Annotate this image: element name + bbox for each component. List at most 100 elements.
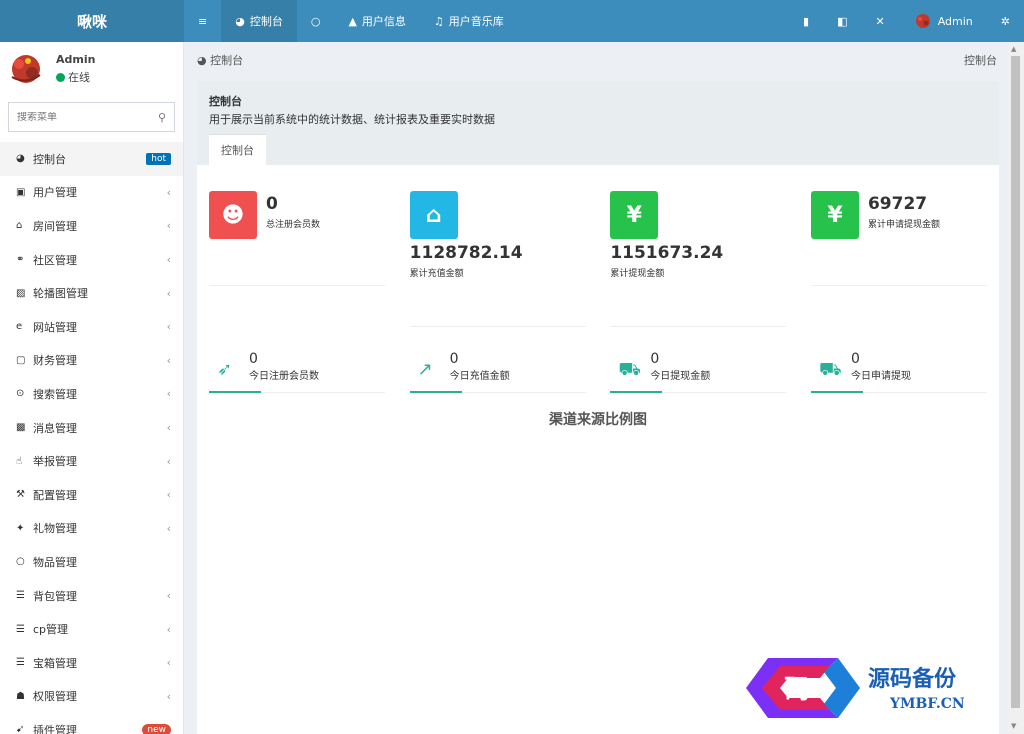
user-name: Admin (56, 53, 96, 66)
sidebar-item-label: 控制台 (33, 152, 66, 166)
today-value: 0 (850, 351, 860, 367)
sidebar-item-badge: new (142, 723, 171, 734)
sidebar-menu: ◕ 控制台 hot ▣ 用户管理 ‹ ⌂ 房间管理 ‹ ⚭ 社区管理 ‹ ▨ 轮播图管理 ‹ e 网站管理 ‹ ▢ 财… (0, 142, 183, 734)
menu-item-icon: ⚭ (16, 254, 25, 266)
sidebar-item[interactable]: ▢ 财务管理 ‹ (0, 344, 183, 378)
chevron-left-icon: ‹ (166, 421, 171, 435)
menu-item-icon: ⊙ (16, 388, 25, 400)
menu-item-icon: ☰ (16, 590, 25, 602)
sidebar-item[interactable]: ⚭ 社区管理 ‹ (0, 243, 183, 277)
sidebar-item[interactable]: ☗ 权限管理 ‹ (0, 680, 183, 714)
chevron-left-icon: ‹ (166, 185, 171, 199)
chevron-left-icon: ‹ (166, 286, 171, 300)
top-nav-right: ▮ ◧ ✕ Admin ✲ (789, 0, 1024, 42)
circle-icon: ○ (310, 14, 321, 28)
sidebar-item[interactable]: ➹ 插件管理 new (0, 713, 183, 734)
top-navbar: 啾咪 ≡ ◕ 控制台 ○ ▲ 用户信息 ♫ 用户音乐库 ▮ ◧ ✕ Admin ✲ (0, 0, 1024, 42)
main-content: ◕ 控制台 控制台 控制台 用于展示当前系统中的统计数据、统计报表及重要实时数据… (185, 42, 1007, 734)
menu-icon: ≡ (198, 14, 208, 28)
menu-item-icon: e (16, 321, 23, 333)
tab-user-info[interactable]: ▲ 用户信息 (334, 0, 419, 42)
scrollbar-thumb[interactable] (1011, 56, 1020, 708)
settings-button[interactable]: ✲ (987, 0, 1024, 42)
dashboard-icon: ◕ (235, 14, 245, 28)
translate-icon: ◧ (837, 14, 848, 28)
sidebar-item[interactable]: ☰ cp管理 ‹ (0, 612, 183, 646)
chevron-left-icon: ‹ (166, 521, 171, 535)
today-value: 0 (650, 351, 660, 367)
music-icon: ♫ (433, 14, 444, 28)
sidebar-item[interactable]: ⊙ 搜索管理 ‹ (0, 377, 183, 411)
rocket-icon: ➶ (217, 359, 233, 380)
sidebar-item[interactable]: ☰ 背包管理 ‹ (0, 579, 183, 613)
search-icon[interactable]: ⚲ (158, 111, 166, 124)
sidebar-item[interactable]: ▨ 轮播图管理 ‹ (0, 276, 183, 310)
chevron-left-icon: ‹ (166, 253, 171, 267)
members-icon: ☻ (209, 191, 257, 239)
breadcrumb-current[interactable]: ◕ 控制台 (197, 52, 243, 68)
sidebar-item-label: 举报管理 (33, 455, 77, 469)
chevron-left-icon: ‹ (166, 622, 171, 636)
sidebar: Admin 在线 ⚲ ◕ 控制台 hot ▣ 用户管理 ‹ ⌂ 房间管理 ‹ ⚭ 社区管理 ‹ ▨ 轮播图… (0, 42, 184, 734)
sidebar-item[interactable]: ○ 物品管理 (0, 545, 183, 579)
today-label: 今日提现金额 (650, 371, 711, 382)
today-stats-row: ➶ 0 今日注册会员数 ↗ 0 今日充值金额 ⛟ 0 今日提现金额 ⛟ 0 今日申请提现 (209, 351, 987, 393)
avatar (6, 49, 46, 89)
chevron-left-icon: ‹ (166, 454, 171, 468)
today-value: 0 (249, 351, 258, 367)
sidebar-item[interactable]: ⚒ 配置管理 ‹ (0, 478, 183, 512)
shopping-bag-icon: ⌂ (409, 191, 458, 239)
scroll-up-icon[interactable]: ▲ (1011, 45, 1016, 53)
fullscreen-button[interactable]: ✕ (862, 0, 899, 42)
sidebar-item-label: 物品管理 (33, 555, 77, 569)
user-icon: ▲ (348, 14, 357, 28)
cart-icon: ⛟ (618, 359, 641, 380)
sidebar-item[interactable]: ☝ 举报管理 ‹ (0, 444, 183, 478)
menu-item-icon: ☰ (16, 623, 25, 635)
sidebar-item[interactable]: ◕ 控制台 hot (0, 142, 183, 176)
language-button[interactable]: ◧ (823, 0, 861, 42)
sidebar-toggle-button[interactable]: ≡ (184, 0, 221, 42)
menu-search-input[interactable] (17, 111, 158, 123)
menu-item-icon: ✦ (16, 522, 25, 534)
sidebar-item[interactable]: ▣ 用户管理 ‹ (0, 176, 183, 210)
app-logo[interactable]: 啾咪 (0, 0, 184, 42)
sidebar-item-label: 网站管理 (33, 320, 77, 334)
page-scrollbar[interactable]: ▲ ▼ (1007, 42, 1024, 734)
breadcrumb-right[interactable]: 控制台 (964, 52, 997, 68)
breadcrumb-current-label: 控制台 (210, 54, 244, 67)
user-status-label: 在线 (68, 71, 90, 84)
sidebar-item-badge: hot (146, 152, 171, 165)
sidebar-item[interactable]: ⌂ 房间管理 ‹ (0, 209, 183, 243)
clear-cache-button[interactable]: ▮ (789, 0, 823, 42)
stat-label: 累计申请提现金额 (867, 220, 940, 230)
top-nav-left: ≡ ◕ 控制台 ○ ▲ 用户信息 ♫ 用户音乐库 (184, 0, 518, 42)
chevron-left-icon: ‹ (166, 219, 171, 233)
watermark-url: YMBF.CN (889, 696, 965, 712)
scroll-down-icon[interactable]: ▼ (1011, 722, 1016, 730)
tab-user-music-library-label: 用户音乐库 (448, 15, 504, 28)
sidebar-item-label: 礼物管理 (33, 522, 77, 536)
menu-item-icon: ➹ (16, 724, 25, 734)
today-withdraw-requests: ⛟ 0 今日申请提现 (810, 351, 987, 393)
user-menu-button[interactable]: Admin (899, 0, 987, 42)
menu-item-icon: ◕ (16, 153, 25, 165)
channel-chart-title: 渠道来源比例图 (549, 412, 647, 428)
sidebar-item-label: 宝箱管理 (33, 656, 77, 670)
sidebar-item[interactable]: ▩ 消息管理 ‹ (0, 411, 183, 445)
stat-value: 1128782.14 (409, 243, 523, 263)
tab-circle[interactable]: ○ (297, 0, 335, 42)
sidebar-item[interactable]: e 网站管理 ‹ (0, 310, 183, 344)
dashboard-icon: ◕ (197, 54, 211, 67)
menu-item-icon: ☗ (16, 690, 25, 702)
tab-dashboard[interactable]: ◕ 控制台 (221, 0, 297, 42)
dashboard-panel: 控制台 用于展示当前系统中的统计数据、统计报表及重要实时数据 控制台 ☻ 0 总… (197, 81, 999, 734)
sidebar-item[interactable]: ☰ 宝箱管理 ‹ (0, 646, 183, 680)
page-title: 控制台 (209, 95, 242, 108)
sidebar-item[interactable]: ✦ 礼物管理 ‹ (0, 512, 183, 546)
tab-dashboard-panel[interactable]: 控制台 (209, 134, 266, 165)
chevron-left-icon: ‹ (166, 689, 171, 703)
stat-label: 累计提现金额 (610, 269, 665, 279)
line-chart-icon: ↗ (417, 359, 433, 380)
tab-user-music-library[interactable]: ♫ 用户音乐库 (420, 0, 518, 42)
